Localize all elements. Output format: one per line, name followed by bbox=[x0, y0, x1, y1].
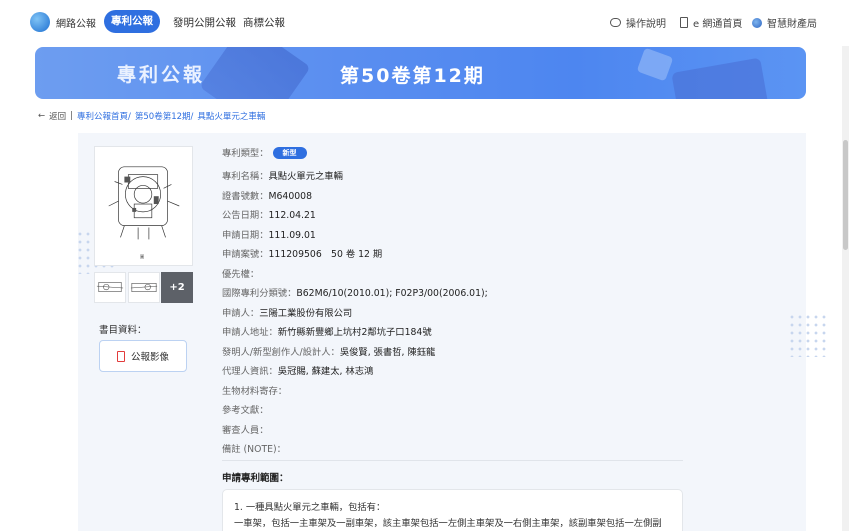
claim-line: 一車架，包括一主車架及一副車架，該主車架包括一左側主車架及一右側主車架，該副車架… bbox=[234, 518, 662, 529]
banner-issue-title: 第50卷第12期 bbox=[340, 65, 485, 87]
svg-text:圖: 圖 bbox=[140, 254, 144, 259]
field-value: 新竹縣新豐鄉上坑村2鄰坑子口184號 bbox=[277, 327, 432, 338]
banner-decoration bbox=[636, 47, 674, 82]
field-label: 申請日期： bbox=[222, 230, 269, 241]
field-value: M640008 bbox=[268, 191, 313, 202]
top-nav: 網路公報 專利公報 發明公開公報 商標公報 操作說明 e 網通首頁 智慧財產局 bbox=[0, 0, 850, 44]
breadcrumb-issue[interactable]: 第50卷第12期/ bbox=[135, 110, 194, 122]
patent-drawing-thumb[interactable] bbox=[94, 272, 126, 303]
patent-drawing-main[interactable]: 圖 bbox=[94, 146, 193, 266]
pdf-icon bbox=[116, 350, 125, 362]
field-examiner: 審查人員： bbox=[222, 422, 269, 436]
tipo-link[interactable]: 智慧財產局 bbox=[752, 15, 817, 30]
field-label: 生物材料寄存： bbox=[222, 386, 288, 397]
site-logo-icon[interactable] bbox=[30, 12, 50, 32]
more-drawings-button[interactable]: +2 bbox=[161, 272, 193, 303]
banner-decoration bbox=[671, 57, 769, 99]
page-scrollbar[interactable] bbox=[842, 46, 849, 531]
field-label: 代理人資訊： bbox=[222, 366, 278, 377]
help-link[interactable]: 操作說明 bbox=[610, 15, 666, 30]
field-label: 申請案號： bbox=[222, 249, 269, 260]
field-label: 專利名稱： bbox=[222, 171, 269, 182]
claim-line: 1. 一種具點火單元之車輛，包括有： bbox=[234, 502, 386, 513]
section-divider bbox=[222, 460, 683, 461]
biblio-label: 書目資料： bbox=[99, 325, 147, 336]
field-label: 公告日期： bbox=[222, 210, 269, 221]
field-label: 發明人/新型創作人/設計人： bbox=[222, 347, 340, 358]
nav-tab-patent-gazette[interactable]: 專利公報 bbox=[104, 10, 160, 33]
site-title[interactable]: 網路公報 bbox=[56, 15, 96, 30]
field-value: 111.09.01 bbox=[268, 230, 316, 241]
field-label: 國際專利分類號： bbox=[222, 288, 297, 299]
field-value: 吳俊賢, 張書哲, 陳鈺龍 bbox=[339, 347, 436, 358]
field-label: 申請人地址： bbox=[222, 327, 278, 338]
breadcrumb-home[interactable]: 專利公報首頁/ bbox=[77, 110, 131, 122]
field-value: B62M6/10(2010.01); F02P3/00(2006.01); bbox=[296, 288, 488, 299]
field-application-no: 申請案號：111209506 50 卷 12 期 bbox=[222, 246, 382, 260]
field-label: 審查人員： bbox=[222, 425, 269, 436]
field-label: 參考文獻： bbox=[222, 405, 269, 416]
field-patent-name: 專利名稱：具點火單元之車輛 bbox=[222, 168, 343, 182]
field-label: 專利類型： bbox=[222, 148, 269, 159]
dot-pattern-decoration bbox=[788, 313, 826, 357]
field-value: 三陽工業股份有限公司 bbox=[259, 308, 353, 319]
field-inventors: 發明人/新型創作人/設計人：吳俊賢, 張書哲, 陳鈺龍 bbox=[222, 344, 435, 358]
field-agents: 代理人資訊：吳冠賜, 蘇建太, 林志鴻 bbox=[222, 363, 373, 377]
field-label: 備註 (NOTE)： bbox=[222, 444, 286, 455]
breadcrumb-current[interactable]: 具點火單元之車輛 bbox=[197, 110, 265, 122]
claims-box: 1. 一種具點火單元之車輛，包括有： 一車架，包括一主車架及一副車架，該主車架包… bbox=[222, 489, 683, 531]
field-ipc: 國際專利分類號：B62M6/10(2010.01); F02P3/00(2006… bbox=[222, 285, 488, 299]
banner-gazette-title: 專利公報 bbox=[117, 64, 206, 86]
field-value: 具點火單元之車輛 bbox=[268, 171, 343, 182]
field-value: 吳冠賜, 蘇建太, 林志鴻 bbox=[277, 366, 374, 377]
field-patent-type: 專利類型： 新型 bbox=[222, 145, 307, 159]
tipo-link-label: 智慧財產局 bbox=[767, 19, 817, 30]
breadcrumb-divider: | bbox=[70, 111, 74, 121]
chat-icon bbox=[610, 18, 621, 27]
field-label: 證書號數： bbox=[222, 191, 269, 202]
field-references: 參考文獻： bbox=[222, 402, 269, 416]
patent-type-badge: 新型 bbox=[272, 147, 307, 159]
field-application-date: 申請日期：111.09.01 bbox=[222, 227, 316, 241]
nav-tab-trademark-gazette[interactable]: 商標公報 bbox=[243, 15, 285, 30]
field-value: 112.04.21 bbox=[268, 210, 316, 221]
breadcrumb: ← 返回 | 專利公報首頁/ 第50卷第12期/ 具點火單元之車輛 bbox=[38, 110, 265, 122]
banner-decoration bbox=[199, 47, 311, 99]
patent-drawing-thumb[interactable] bbox=[128, 272, 160, 303]
nav-tab-publication-gazette[interactable]: 發明公開公報 bbox=[173, 15, 236, 30]
field-applicant: 申請人：三陽工業股份有限公司 bbox=[222, 305, 352, 319]
e-portal-link[interactable]: e 網通首頁 bbox=[680, 15, 742, 30]
field-applicant-address: 申請人地址：新竹縣新豐鄉上坑村2鄰坑子口184號 bbox=[222, 324, 432, 338]
field-priority: 優先權： bbox=[222, 266, 259, 280]
field-certificate-no: 證書號數：M640008 bbox=[222, 188, 312, 202]
field-value: 111209506 50 卷 12 期 bbox=[268, 249, 383, 260]
field-note: 備註 (NOTE)： bbox=[222, 441, 286, 455]
claims-heading: 申請專利範圍： bbox=[222, 473, 289, 484]
field-biomaterial: 生物材料寄存： bbox=[222, 383, 287, 397]
globe-icon bbox=[752, 17, 762, 28]
e-portal-link-label: e 網通首頁 bbox=[693, 19, 743, 30]
help-link-label: 操作說明 bbox=[626, 19, 666, 30]
back-link[interactable]: 返回 bbox=[49, 110, 66, 122]
page-scrollbar-thumb[interactable] bbox=[843, 140, 848, 250]
back-arrow-icon[interactable]: ← bbox=[38, 111, 45, 121]
document-icon bbox=[680, 17, 688, 28]
field-label: 申請人： bbox=[222, 308, 260, 319]
field-publication-date: 公告日期：112.04.21 bbox=[222, 207, 316, 221]
gazette-image-button-label: 公報影像 bbox=[130, 352, 169, 363]
gazette-image-button[interactable]: 公報影像 bbox=[99, 340, 187, 372]
issue-banner: 專利公報 第50卷第12期 bbox=[35, 47, 806, 99]
field-label: 優先權： bbox=[222, 269, 260, 280]
